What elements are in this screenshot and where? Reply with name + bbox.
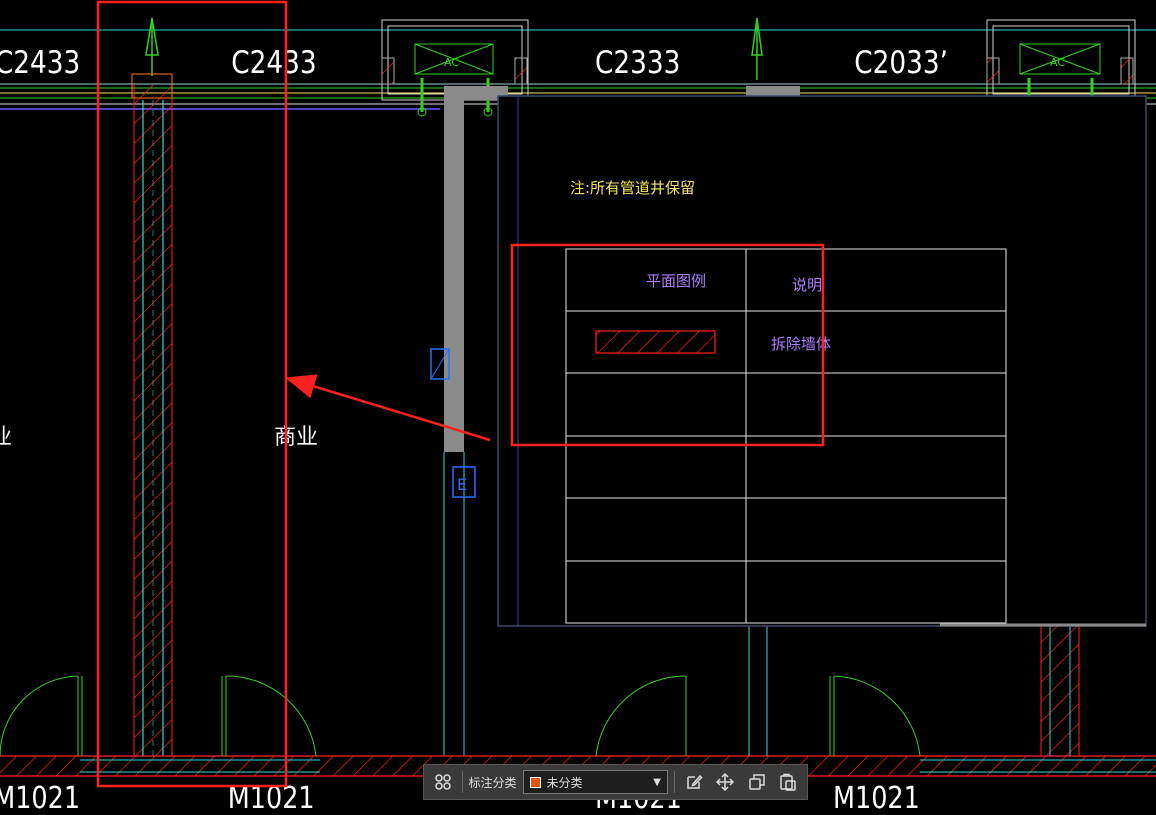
toolbar-divider [673, 771, 675, 793]
wall-segment [746, 86, 800, 96]
window-label: C2433 [0, 44, 80, 81]
toolbar-divider [461, 771, 463, 793]
copy-icon[interactable] [744, 769, 770, 795]
window-label: C2033’ [854, 44, 948, 81]
chevron-down-icon: ▼ [653, 776, 661, 788]
door-swing [0, 675, 83, 757]
highlight-box-wall[interactable] [96, 0, 288, 788]
legend-header-left: 平面图例 [646, 272, 706, 290]
edit-icon[interactable] [681, 769, 707, 795]
category-select[interactable]: 未分类 ▼ [522, 770, 668, 794]
door-label: M1021 [833, 780, 920, 815]
demolished-wall[interactable] [131, 73, 173, 756]
demolished-wall [1040, 626, 1080, 756]
ac-label: AC [444, 56, 459, 69]
category-color-swatch [529, 776, 541, 788]
annotation-toolbar: 标注分类 未分类 ▼ [423, 764, 808, 800]
window-label: C2333 [595, 44, 680, 81]
paste-icon[interactable] [776, 769, 802, 795]
electric-box-letter: E [457, 475, 467, 494]
room-label: 商业 [274, 425, 318, 450]
grid-icon[interactable] [430, 769, 456, 795]
door-swing [595, 675, 687, 757]
category-select-value: 未分类 [546, 775, 583, 790]
cad-canvas[interactable]: C2433 C2433 C2333 C2033’ AC AC E 商业 业 M1… [0, 0, 1156, 815]
room-label: 业 [0, 425, 12, 450]
move-icon[interactable] [712, 769, 738, 795]
legend-hatch-swatch [595, 330, 716, 354]
window-label: C2433 [231, 44, 316, 81]
door-swing [829, 675, 921, 757]
north-arrow-icon [145, 17, 159, 76]
door-label: M1021 [0, 780, 80, 815]
category-label: 标注分类 [468, 775, 517, 790]
north-arrow-icon [751, 17, 763, 80]
ac-label: AC [1050, 56, 1065, 69]
door-swing [221, 675, 317, 757]
note-text: 注:所有管道井保留 [570, 179, 695, 197]
legend-header-right: 说明 [792, 276, 822, 294]
